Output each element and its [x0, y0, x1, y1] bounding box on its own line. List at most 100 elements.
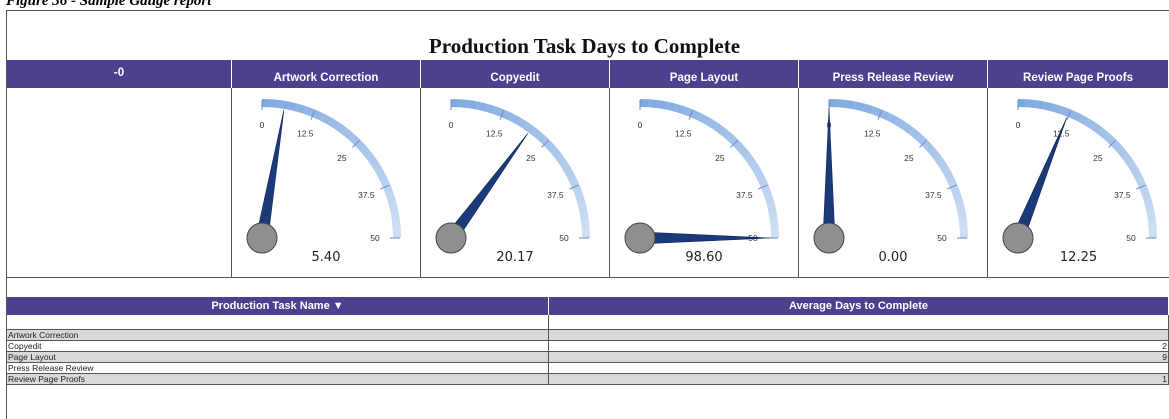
- average-days-cell: 9: [549, 352, 1169, 363]
- gauge-arc-segment: [937, 160, 950, 173]
- gauge-arc-segment: [705, 117, 718, 130]
- figure-caption: Figure 36 - Sample Gauge report: [6, 0, 212, 9]
- gauge-arc-segment: [554, 153, 567, 166]
- report-title: Production Task Days to Complete: [428, 34, 741, 58]
- gauge-arc-segment: [319, 113, 332, 125]
- gauge-arc-segment: [1116, 146, 1129, 159]
- gauge-arc-segment: [327, 117, 340, 130]
- gauge-arc-segment: [1075, 113, 1088, 125]
- gauge-tick-label: 0: [1016, 120, 1021, 130]
- gauge-arc-segment: [383, 184, 394, 196]
- average-days-cell: 1: [549, 374, 1169, 385]
- gauge-arc-segment: [365, 153, 378, 166]
- gauge-page-layout: 012.52537.550 98.60: [610, 88, 799, 278]
- gauge-arc-segment: [568, 176, 580, 188]
- gauge-arc-segment: [942, 168, 954, 181]
- table-row: Artwork Correction: [7, 330, 1169, 341]
- gauge-arc-segment: [572, 184, 583, 196]
- gauge-arc-segment: [334, 122, 347, 135]
- gauge-tick-label: 0: [449, 120, 454, 130]
- gauge-arc-segment: [287, 101, 298, 112]
- gauge-arc-segment: [1060, 106, 1072, 117]
- gauge-arc-segment: [379, 176, 391, 188]
- gauge-tick-label: 12.5: [486, 129, 503, 139]
- gauge-arc-segment: [523, 122, 536, 135]
- gauge-arc-segment: [697, 113, 710, 125]
- gauge-value: 20.17: [496, 250, 534, 265]
- gauge-arc-segment: [390, 210, 400, 221]
- gauge-header-page-layout: Page Layout: [610, 60, 799, 88]
- gauge-arc-segment: [738, 146, 751, 159]
- gauge-arc-segment: [921, 139, 934, 152]
- gauge-arc-segment: [690, 109, 702, 121]
- gauge-arc-segment: [894, 117, 907, 130]
- gauge-tick-label: 37.5: [925, 190, 942, 200]
- task-name-cell: Press Release Review: [7, 363, 549, 374]
- table-row: Press Release Review: [7, 363, 1169, 374]
- gauge-arc-segment: [508, 113, 521, 125]
- gauge-arc-segment: [1147, 219, 1157, 230]
- gauge-arc-segment: [279, 100, 290, 110]
- gauge-tick-label: 0: [260, 120, 265, 130]
- gauge-arc-segment: [270, 99, 281, 109]
- gauge-arc-segment: [375, 168, 387, 181]
- gauge-arc-segment: [761, 184, 772, 196]
- gauge-arc-segment: [932, 153, 945, 166]
- column-header-task-name[interactable]: Production Task Name ▼: [7, 297, 549, 315]
- gauge-arc-segment: [915, 133, 928, 146]
- gauge-arc-segment: [348, 133, 361, 146]
- gauge-tick-label: 25: [337, 153, 347, 163]
- task-name-cell: Artwork Correction: [7, 330, 549, 341]
- gauge-arc-segment: [757, 176, 769, 188]
- gauge-tick-label: 0: [638, 120, 643, 130]
- gauge-arc-segment: [748, 160, 761, 173]
- table-row: Review Page Proofs 1: [7, 374, 1169, 385]
- gauge-arc-segment: [901, 122, 914, 135]
- gauge-tick-label: 37.5: [736, 190, 753, 200]
- gauge-arc-segment: [1142, 193, 1153, 205]
- gauge-tick-label: 37.5: [358, 190, 375, 200]
- task-name-cell: Page Layout: [7, 352, 549, 363]
- gauge-arc-segment: [955, 202, 966, 213]
- task-name-cell: Review Page Proofs: [7, 374, 549, 385]
- gauge-arc-segment: [1068, 109, 1080, 121]
- column-header-average-days[interactable]: Average Days to Complete: [549, 297, 1169, 315]
- data-table: Production Task Name ▼ Average Days to C…: [7, 297, 1169, 385]
- gauge-arc-segment: [1051, 103, 1063, 114]
- gauge-hub: [435, 222, 467, 254]
- gauge-arc-segment: [468, 100, 479, 110]
- gauge-arc-segment: [354, 139, 367, 152]
- gauge-hub: [246, 222, 278, 254]
- gauge-arc-segment: [927, 146, 940, 159]
- gauge-arc-segment: [673, 103, 685, 114]
- gauge-hub: [1002, 222, 1034, 254]
- gauge-arc-segment: [484, 103, 496, 114]
- gauge-arc-segment: [537, 133, 550, 146]
- gauge-header-row: -0 Artwork Correction Copyedit Page Layo…: [7, 60, 1169, 88]
- gauge-arc-segment: [1090, 122, 1103, 135]
- gauge-tick-label: 25: [715, 153, 725, 163]
- gauge-arc-segment: [712, 122, 725, 135]
- gauge-value: 98.60: [685, 250, 723, 265]
- gauge-tick-label: 12.5: [675, 129, 692, 139]
- gauge-artwork-correction: 0 12.5 25 37.5 50 5.40: [232, 88, 421, 278]
- gauge-arc-segment: [766, 202, 777, 213]
- gauge-tick-label: 50: [937, 233, 947, 243]
- gauge-arc-segment: [1144, 202, 1155, 213]
- average-days-cell: [549, 363, 1169, 374]
- gauge-arc-segment: [769, 219, 779, 230]
- gauge-arc-segment: [1139, 184, 1150, 196]
- gauge-arc-segment: [476, 101, 487, 112]
- gauge-header-artwork-correction: Artwork Correction: [232, 60, 421, 88]
- gauge-arc-segment: [768, 210, 778, 221]
- gauge-arc-segment: [1126, 160, 1139, 173]
- gauge-row: 0 12.5 25 37.5 50 5.40 0 12.5 25 37.5 50 20.17 0…: [7, 88, 1169, 278]
- gauge-arc-segment: [341, 127, 354, 140]
- gauge-hub: [624, 222, 656, 254]
- gauge-review-page-proofs: 012.52537.550 12.25: [988, 88, 1169, 278]
- gauge-hub: [813, 222, 845, 254]
- gauge-arc-segment: [391, 219, 401, 230]
- gauge-tick-label: 12.5: [297, 129, 314, 139]
- gauge-arc-segment: [886, 113, 899, 125]
- gauge-arc-segment: [543, 139, 556, 152]
